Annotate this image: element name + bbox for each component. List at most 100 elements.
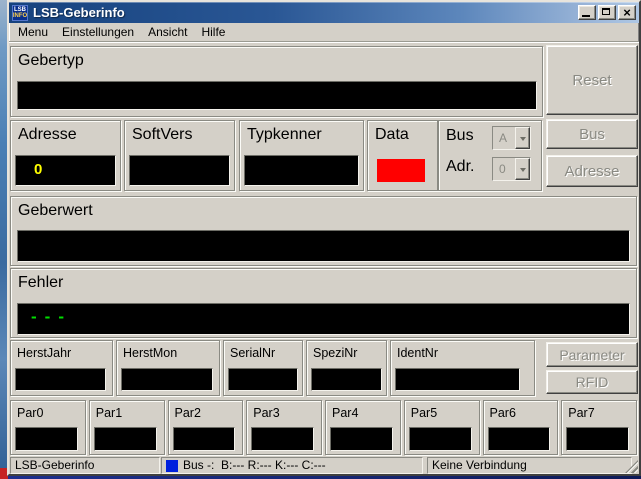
status-bus-text: Bus -: B:--- R:--- K:--- C:--- xyxy=(183,458,326,473)
title-bar[interactable]: LSB INFO LSB-Geberinfo × xyxy=(9,2,639,23)
par3-group: Par3 xyxy=(246,400,322,455)
softvers-label: SoftVers xyxy=(125,121,234,144)
typkenner-display xyxy=(244,155,359,186)
par7-group: Par7 xyxy=(561,400,637,455)
par3-display xyxy=(251,427,314,451)
herstjahr-label: HerstJahr xyxy=(11,341,112,360)
chevron-down-icon xyxy=(520,137,526,144)
adr-select-label: Adr. xyxy=(439,153,474,176)
herstjahr-display xyxy=(15,368,106,391)
spezinr-display xyxy=(311,368,382,391)
serialnr-label: SerialNr xyxy=(224,341,302,360)
serialnr-display xyxy=(228,368,298,391)
fehler-value: --- xyxy=(18,304,629,327)
bus-status-indicator xyxy=(166,460,178,472)
app-icon-text-bottom: INFO xyxy=(13,13,27,19)
par2-display xyxy=(173,427,236,451)
adr-select[interactable]: 0 xyxy=(492,157,531,181)
herstmon-label: HerstMon xyxy=(117,341,219,360)
serialnr-group: SerialNr xyxy=(223,340,303,396)
data-group: Data xyxy=(367,120,438,191)
reset-button[interactable]: Reset xyxy=(546,45,638,115)
data-indicator xyxy=(377,159,425,182)
geberwert-group: Geberwert xyxy=(10,196,637,266)
parameter-button[interactable]: Parameter xyxy=(546,342,638,367)
menu-item-ansicht[interactable]: Ansicht xyxy=(141,23,194,43)
gebertyp-label: Gebertyp xyxy=(11,47,542,70)
softvers-display xyxy=(129,155,230,186)
bus-select[interactable]: A xyxy=(492,126,531,150)
par2-group: Par2 xyxy=(168,400,244,455)
close-icon: × xyxy=(623,7,631,18)
menu-item-menu[interactable]: Menu xyxy=(11,23,55,43)
par4-group: Par4 xyxy=(325,400,401,455)
app-window: LSB INFO LSB-Geberinfo × Menu Einstellun… xyxy=(7,0,641,476)
close-button[interactable]: × xyxy=(618,5,636,20)
geberwert-label: Geberwert xyxy=(11,197,636,220)
par2-label: Par2 xyxy=(169,401,243,420)
status-app-name: LSB-Geberinfo xyxy=(10,457,160,474)
par1-group: Par1 xyxy=(89,400,165,455)
menu-item-einstellungen[interactable]: Einstellungen xyxy=(55,23,141,43)
par4-label: Par4 xyxy=(326,401,400,420)
par0-group: Par0 xyxy=(10,400,86,455)
par5-display xyxy=(409,427,472,451)
herstmon-display xyxy=(121,368,213,391)
identnr-label: IdentNr xyxy=(391,341,534,360)
status-connection: Keine Verbindung xyxy=(427,457,632,474)
adresse-value: 0 xyxy=(16,156,115,178)
bus-adr-group: Bus A Adr. 0 xyxy=(438,120,542,191)
menu-bar: Menu Einstellungen Ansicht Hilfe xyxy=(9,23,639,43)
softvers-group: SoftVers xyxy=(124,120,235,191)
herstjahr-group: HerstJahr xyxy=(10,340,113,396)
par-row: Par0 Par1 Par2 Par3 Par4 Par5 xyxy=(10,400,637,455)
data-label: Data xyxy=(368,121,437,144)
par6-display xyxy=(488,427,551,451)
spezinr-group: SpeziNr xyxy=(306,340,387,396)
adresse-label: Adresse xyxy=(11,121,120,144)
par1-display xyxy=(94,427,157,451)
desktop-background-left xyxy=(0,0,7,479)
app-icon: LSB INFO xyxy=(12,5,28,21)
window-title: LSB-Geberinfo xyxy=(33,5,576,20)
typkenner-label: Typkenner xyxy=(240,121,363,144)
adresse-button[interactable]: Adresse xyxy=(546,155,638,187)
identnr-group: IdentNr xyxy=(390,340,535,396)
par4-display xyxy=(330,427,393,451)
herstmon-group: HerstMon xyxy=(116,340,220,396)
gebertyp-display xyxy=(17,81,537,110)
par3-label: Par3 xyxy=(247,401,321,420)
minimize-icon xyxy=(582,15,590,17)
gebertyp-group: Gebertyp xyxy=(10,46,543,117)
minimize-button[interactable] xyxy=(578,5,596,20)
bus-button[interactable]: Bus xyxy=(546,119,638,149)
adr-select-arrow-button[interactable] xyxy=(515,158,530,180)
par5-label: Par5 xyxy=(405,401,479,420)
status-bus-panel: Bus -: B:--- R:--- K:--- C:--- xyxy=(161,457,423,474)
fehler-display: --- xyxy=(17,303,630,335)
typkenner-group: Typkenner xyxy=(239,120,364,191)
par7-label: Par7 xyxy=(562,401,636,420)
par6-label: Par6 xyxy=(484,401,558,420)
par0-display xyxy=(15,427,78,451)
par7-display xyxy=(566,427,629,451)
fehler-label: Fehler xyxy=(11,269,636,292)
adresse-group: Adresse 0 xyxy=(10,120,121,191)
par5-group: Par5 xyxy=(404,400,480,455)
fehler-group: Fehler --- xyxy=(10,268,637,338)
spezinr-label: SpeziNr xyxy=(307,341,386,360)
rfid-button[interactable]: RFID xyxy=(546,370,638,394)
geberwert-display xyxy=(17,230,630,262)
menu-item-hilfe[interactable]: Hilfe xyxy=(194,23,232,43)
par6-group: Par6 xyxy=(483,400,559,455)
adr-select-value: 0 xyxy=(493,158,515,180)
maximize-button[interactable] xyxy=(598,5,616,20)
status-bar: LSB-Geberinfo Bus -: B:--- R:--- K:--- C… xyxy=(9,456,639,474)
par1-label: Par1 xyxy=(90,401,164,420)
par0-label: Par0 xyxy=(11,401,85,420)
identnr-display xyxy=(395,368,520,391)
client-area: Gebertyp Reset Bus Adresse Adresse 0 Sof… xyxy=(9,43,639,456)
bus-select-arrow-button[interactable] xyxy=(515,127,530,149)
maximize-icon xyxy=(602,8,610,15)
adresse-display: 0 xyxy=(15,155,116,186)
